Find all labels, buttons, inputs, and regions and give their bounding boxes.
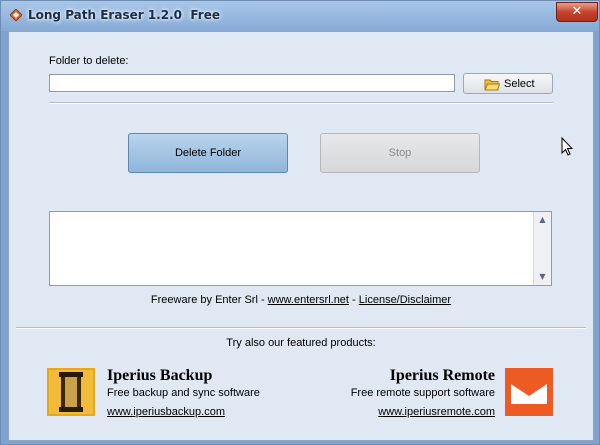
product-title-remote: Iperius Remote	[389, 367, 495, 384]
close-button[interactable]: ✕	[556, 2, 598, 22]
featured-heading: Try also our featured products:	[226, 337, 376, 349]
footer-separator: -	[348, 294, 359, 306]
top-divider	[49, 102, 553, 104]
footer-prefix: Freeware by Enter Srl -	[150, 294, 268, 306]
scroll-down-icon[interactable]: ▼	[534, 269, 551, 285]
app-logo-icon	[10, 9, 22, 21]
license-link[interactable]: License/Disclaimer	[359, 294, 451, 306]
stop-button[interactable]: Stop	[320, 133, 480, 173]
folder-path-input[interactable]	[49, 74, 455, 92]
product-link-remote[interactable]: www.iperiusremote.com	[378, 406, 495, 418]
main-panel: Folder to delete: Select Delete Folder S…	[8, 31, 594, 441]
delete-folder-button[interactable]: Delete Folder	[128, 133, 288, 173]
log-textarea[interactable]: ▲ ▼	[49, 211, 552, 286]
title-bar[interactable]: Long Path Eraser 1.2.0 Free ✕	[1, 1, 599, 31]
select-button[interactable]: Select	[463, 73, 553, 94]
scroll-up-icon[interactable]: ▲	[534, 212, 551, 228]
product-title-backup: Iperius Backup	[107, 367, 213, 384]
iperius-remote-logo-icon[interactable]	[505, 368, 553, 416]
mouse-cursor-icon	[561, 137, 573, 156]
product-desc-remote: Free remote support software	[350, 387, 495, 399]
bottom-divider	[16, 327, 586, 329]
product-link-backup[interactable]: www.iperiusbackup.com	[107, 406, 225, 418]
footer-credits: Freeware by Enter Srl - www.entersrl.net…	[9, 294, 593, 306]
folder-label: Folder to delete:	[49, 55, 129, 67]
app-window: Long Path Eraser 1.2.0 Free ✕ Folder to …	[0, 0, 600, 445]
website-link[interactable]: www.entersrl.net	[268, 294, 349, 306]
folder-icon	[484, 79, 500, 91]
iperius-backup-logo-icon[interactable]	[47, 368, 95, 416]
select-button-label: Select	[504, 78, 535, 90]
close-icon: ✕	[571, 4, 583, 19]
window-title: Long Path Eraser 1.2.0 Free	[28, 8, 220, 22]
product-desc-backup: Free backup and sync software	[107, 387, 260, 399]
log-scrollbar[interactable]: ▲ ▼	[533, 212, 551, 285]
